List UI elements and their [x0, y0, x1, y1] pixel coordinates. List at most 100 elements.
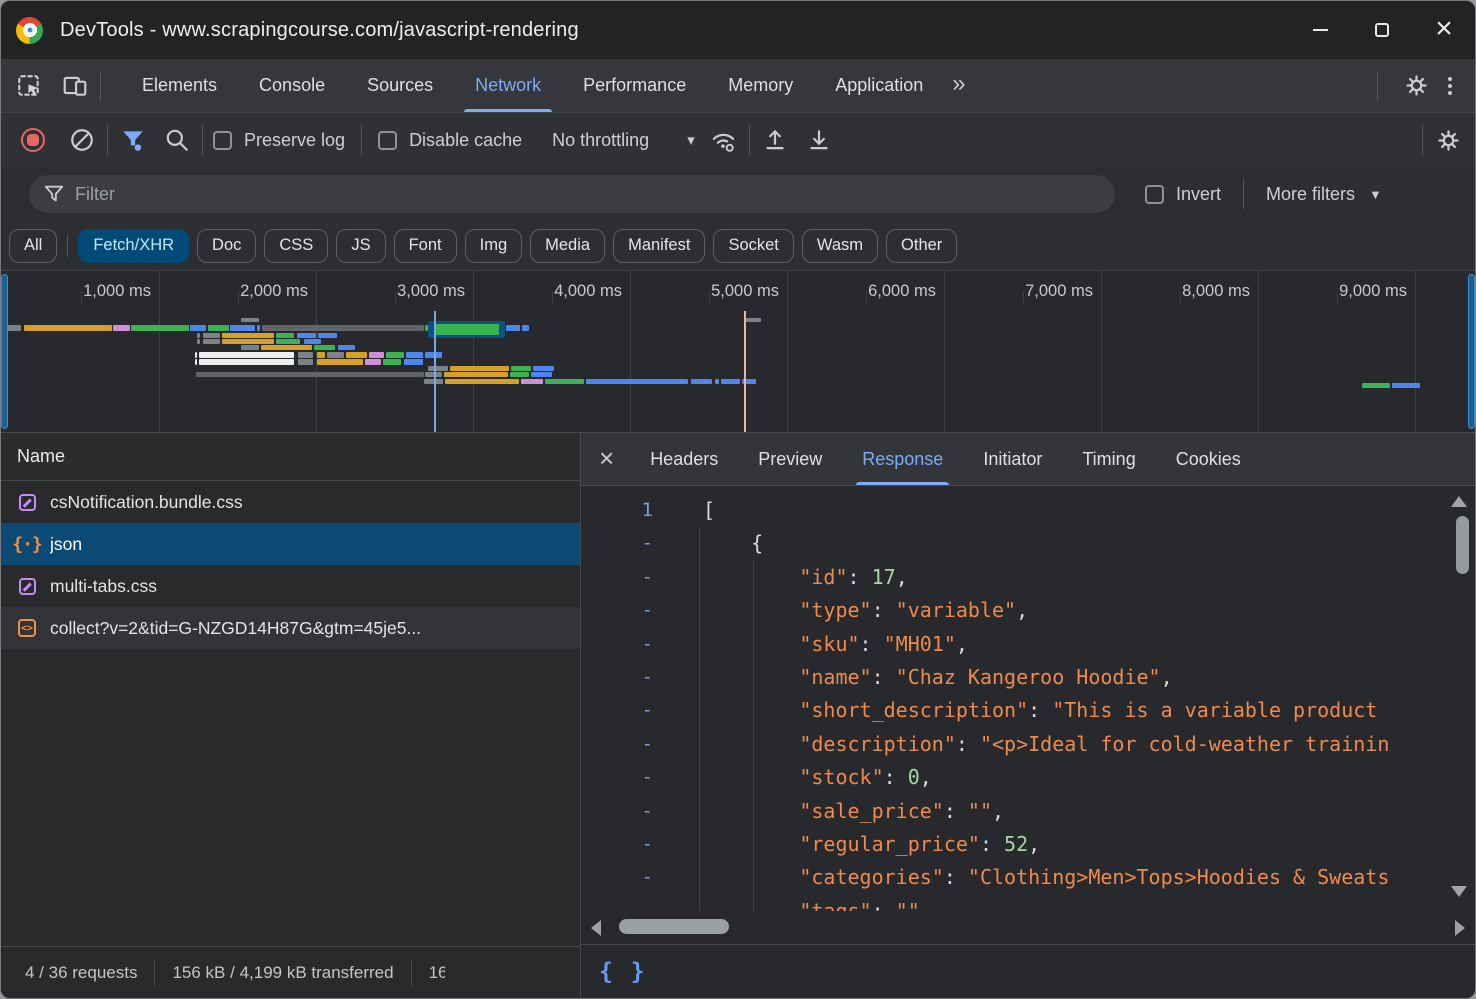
pretty-print-icon[interactable]: { }: [599, 959, 647, 985]
chip-wasm[interactable]: Wasm: [802, 229, 878, 263]
waterfall-bar: [230, 325, 255, 331]
clear-icon[interactable]: [67, 125, 97, 155]
import-har-icon[interactable]: [760, 125, 790, 155]
divider: [154, 960, 155, 986]
waterfall-bar: [196, 372, 424, 377]
scroll-right-arrow[interactable]: [1455, 920, 1465, 936]
token-key: "regular_price": [703, 832, 980, 856]
minimize-button[interactable]: [1289, 1, 1351, 59]
disable-cache-checkbox[interactable]: [378, 131, 397, 150]
chip-img[interactable]: Img: [465, 229, 523, 263]
chip-other[interactable]: Other: [886, 229, 957, 263]
response-tab-cookies[interactable]: Cookies: [1156, 433, 1261, 485]
chip-fetchxhr[interactable]: Fetch/XHR: [78, 229, 189, 263]
response-body-viewer[interactable]: 1[- {- "id": 17,- "type": "variable",- "…: [581, 486, 1475, 911]
network-conditions-icon[interactable]: [709, 125, 739, 155]
network-settings-gear-icon[interactable]: [1433, 125, 1463, 155]
line-content: "stock": 0,: [695, 761, 932, 794]
scroll-up-arrow[interactable]: [1451, 496, 1467, 507]
response-tab-headers[interactable]: Headers: [630, 433, 738, 485]
vertical-scrollbar-thumb[interactable]: [1456, 516, 1469, 574]
chip-css[interactable]: CSS: [264, 229, 328, 263]
export-har-icon[interactable]: [804, 125, 834, 155]
tab-performance[interactable]: Performance: [562, 59, 707, 112]
response-tab-timing[interactable]: Timing: [1062, 433, 1155, 485]
waterfall-bar: [511, 366, 531, 371]
request-row[interactable]: csNotification.bundle.css: [1, 481, 580, 523]
waterfall-bar: [6, 325, 21, 331]
css-file-icon: [17, 492, 37, 512]
response-tab-initiator[interactable]: Initiator: [963, 433, 1062, 485]
chip-font[interactable]: Font: [394, 229, 457, 263]
search-icon[interactable]: [162, 125, 192, 155]
scroll-down-arrow[interactable]: [1451, 886, 1467, 897]
divider: [361, 125, 362, 155]
device-toolbar-icon[interactable]: [60, 71, 90, 101]
kebab-menu-icon[interactable]: [1435, 71, 1465, 101]
request-row[interactable]: multi-tabs.css: [1, 565, 580, 607]
waterfall-bar: [113, 325, 130, 331]
token-num: 52: [1004, 832, 1028, 856]
chip-socket[interactable]: Socket: [713, 229, 793, 263]
throttling-caret-icon[interactable]: ▾: [687, 131, 695, 149]
response-tab-response[interactable]: Response: [842, 433, 963, 485]
tab-elements[interactable]: Elements: [121, 59, 238, 112]
name-column-header[interactable]: Name: [1, 433, 580, 481]
record-button[interactable]: [21, 128, 45, 152]
close-button[interactable]: ×: [1413, 0, 1475, 58]
overview-right-handle[interactable]: [1468, 274, 1475, 429]
line-number: -: [581, 694, 695, 727]
throttling-select[interactable]: No throttling: [552, 130, 649, 151]
token-key: "short_description": [703, 698, 1028, 722]
selected-request-bar: [434, 324, 499, 335]
timeline-gridline: [473, 271, 474, 432]
chip-all[interactable]: All: [9, 229, 57, 263]
token-str: "MH01": [884, 632, 956, 656]
chip-manifest[interactable]: Manifest: [613, 229, 705, 263]
more-tabs-icon[interactable]: »: [944, 70, 973, 98]
request-row[interactable]: <>collect?v=2&tid=G-NZGD14H87G&gtm=45je5…: [1, 607, 580, 649]
token-pun: :: [1028, 698, 1052, 722]
chip-doc[interactable]: Doc: [197, 229, 256, 263]
waterfall-bar: [197, 339, 200, 344]
tab-sources[interactable]: Sources: [346, 59, 454, 112]
maximize-icon: [1375, 23, 1389, 37]
chip-js[interactable]: JS: [336, 229, 385, 263]
request-row[interactable]: {·}json: [1, 523, 580, 565]
network-overview[interactable]: 1,000 ms2,000 ms3,000 ms4,000 ms5,000 ms…: [1, 271, 1475, 433]
scroll-left-arrow[interactable]: [591, 920, 601, 936]
filter-toggle-icon[interactable]: [118, 125, 148, 155]
maximize-button[interactable]: [1351, 1, 1413, 59]
more-filters-caret-icon[interactable]: ▼: [1369, 187, 1382, 202]
invert-checkbox[interactable]: [1145, 185, 1164, 204]
ping-file-icon: <>: [17, 618, 37, 638]
token-pun: :: [944, 865, 968, 889]
tab-memory[interactable]: Memory: [707, 59, 814, 112]
waterfall-bar: [1392, 383, 1420, 388]
response-tab-preview[interactable]: Preview: [738, 433, 842, 485]
token-pun: ,: [896, 565, 908, 589]
chip-media[interactable]: Media: [530, 229, 605, 263]
horizontal-scrollbar-thumb[interactable]: [619, 919, 729, 934]
token-pun: :: [980, 832, 1004, 856]
filter-input[interactable]: Filter: [29, 175, 1115, 213]
line-number: -: [581, 895, 695, 911]
timeline-tick-label: 7,000 ms: [973, 282, 1093, 301]
tab-console[interactable]: Console: [238, 59, 346, 112]
token-key: "sale_price": [703, 799, 944, 823]
close-panel-icon[interactable]: ×: [581, 445, 630, 471]
token-str: "<p>Ideal for cold-weather trainin: [980, 732, 1389, 756]
waterfall-bar: [203, 333, 220, 338]
settings-gear-icon[interactable]: [1401, 71, 1431, 101]
tab-application[interactable]: Application: [814, 59, 944, 112]
more-filters-button[interactable]: More filters: [1266, 184, 1355, 205]
tab-network[interactable]: Network: [454, 59, 562, 112]
inspect-element-icon[interactable]: [14, 71, 44, 101]
preserve-log-checkbox[interactable]: [213, 131, 232, 150]
overview-left-handle[interactable]: [1, 274, 8, 429]
horizontal-scrollbar[interactable]: [581, 911, 1475, 944]
waterfall-bar: [715, 379, 719, 384]
transferred-size: 156 kB / 4,199 kB transferred: [172, 963, 393, 983]
token-pun: :: [956, 732, 980, 756]
waterfall-bar: [522, 325, 529, 331]
